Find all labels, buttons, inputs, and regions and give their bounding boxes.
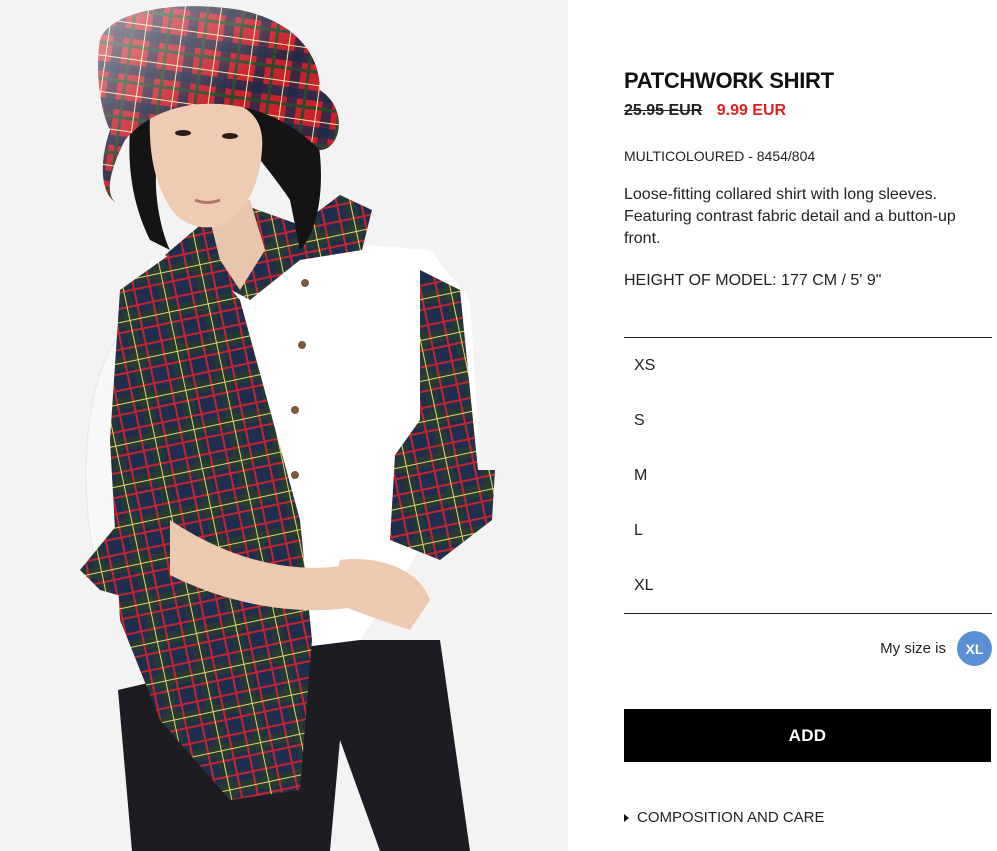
caret-right-icon — [624, 813, 629, 822]
color-reference: MULTICOLOURED - 8454/804 — [624, 148, 816, 164]
composition-label: COMPOSITION AND CARE — [637, 809, 825, 826]
add-to-cart-button[interactable]: ADD — [624, 709, 991, 762]
model-illustration — [0, 0, 568, 851]
my-size-recommendation: My size is XL — [880, 631, 992, 666]
product-title: PATCHWORK SHIRT — [624, 68, 834, 93]
product-description: Loose-fitting collared shirt with long s… — [624, 186, 956, 247]
size-option-xl[interactable]: XL — [624, 558, 992, 613]
size-list: XS S M L XL — [624, 337, 992, 614]
size-option-l[interactable]: L — [624, 503, 992, 558]
size-option-m[interactable]: M — [624, 448, 992, 503]
my-size-badge[interactable]: XL — [957, 631, 992, 666]
model-height: HEIGHT OF MODEL: 177 CM / 5' 9" — [624, 272, 882, 289]
composition-and-care-toggle[interactable]: COMPOSITION AND CARE — [624, 809, 825, 826]
product-image[interactable] — [0, 0, 568, 851]
original-price: 25.95 EUR — [624, 102, 703, 119]
my-size-label: My size is — [880, 640, 946, 657]
product-info-panel: PATCHWORK SHIRT 25.95 EUR 9.99 EUR MULTI… — [624, 0, 992, 851]
sale-price: 9.99 EUR — [716, 102, 787, 119]
size-option-s[interactable]: S — [624, 393, 992, 448]
size-option-xs[interactable]: XS — [624, 338, 992, 393]
price-row: 25.95 EUR 9.99 EUR — [624, 102, 786, 120]
